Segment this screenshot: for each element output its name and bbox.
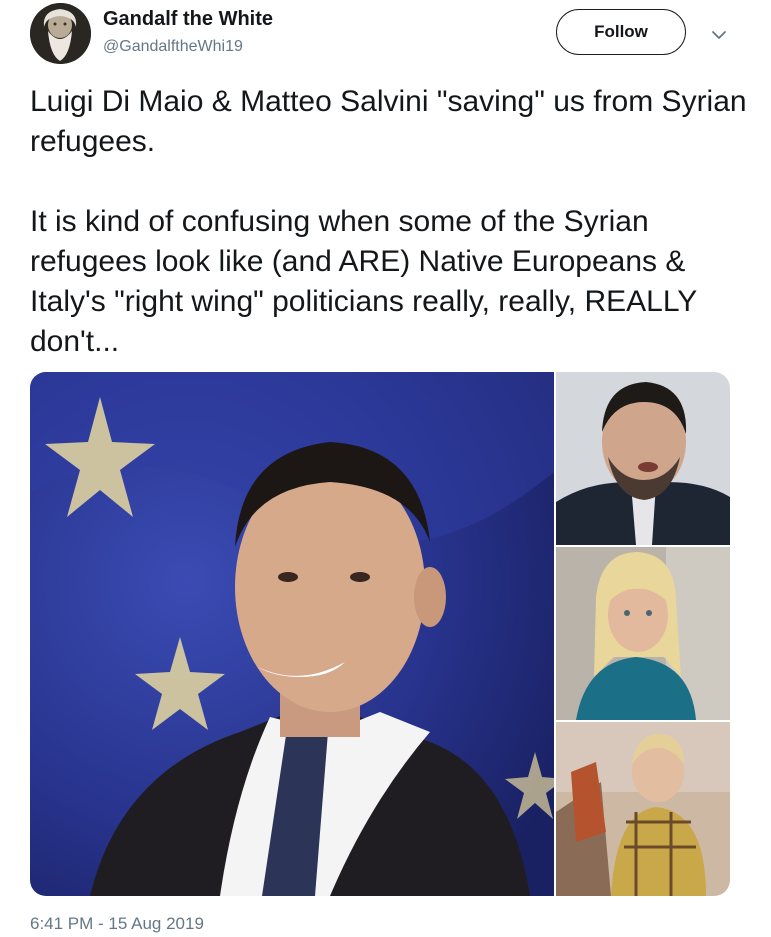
chevron-down-icon [712, 31, 726, 39]
more-options-button[interactable] [708, 24, 730, 46]
follow-button[interactable]: Follow [556, 9, 686, 55]
tweet-timestamp[interactable]: 6:41 PM - 15 Aug 2019 [30, 914, 204, 934]
tweet-paragraph: Luigi Di Maio & Matteo Salvini "saving" … [30, 85, 747, 158]
photo-bearded-man-speaking[interactable] [556, 372, 730, 545]
bearded-man-avatar-icon [30, 3, 91, 64]
photo-smiling-man-eu-flag[interactable] [30, 372, 554, 896]
author-display-name[interactable]: Gandalf the White [103, 8, 273, 31]
author-handle[interactable]: @GandalftheWhi19 [103, 38, 243, 56]
tweet-text: Luigi Di Maio & Matteo Salvini "saving" … [30, 82, 750, 362]
author-avatar[interactable] [30, 3, 91, 64]
photo-blonde-boy[interactable] [556, 722, 730, 896]
tweet-paragraph: It is kind of confusing when some of the… [30, 205, 697, 358]
media-grid [30, 372, 730, 896]
photo-blonde-girl[interactable] [556, 547, 730, 720]
